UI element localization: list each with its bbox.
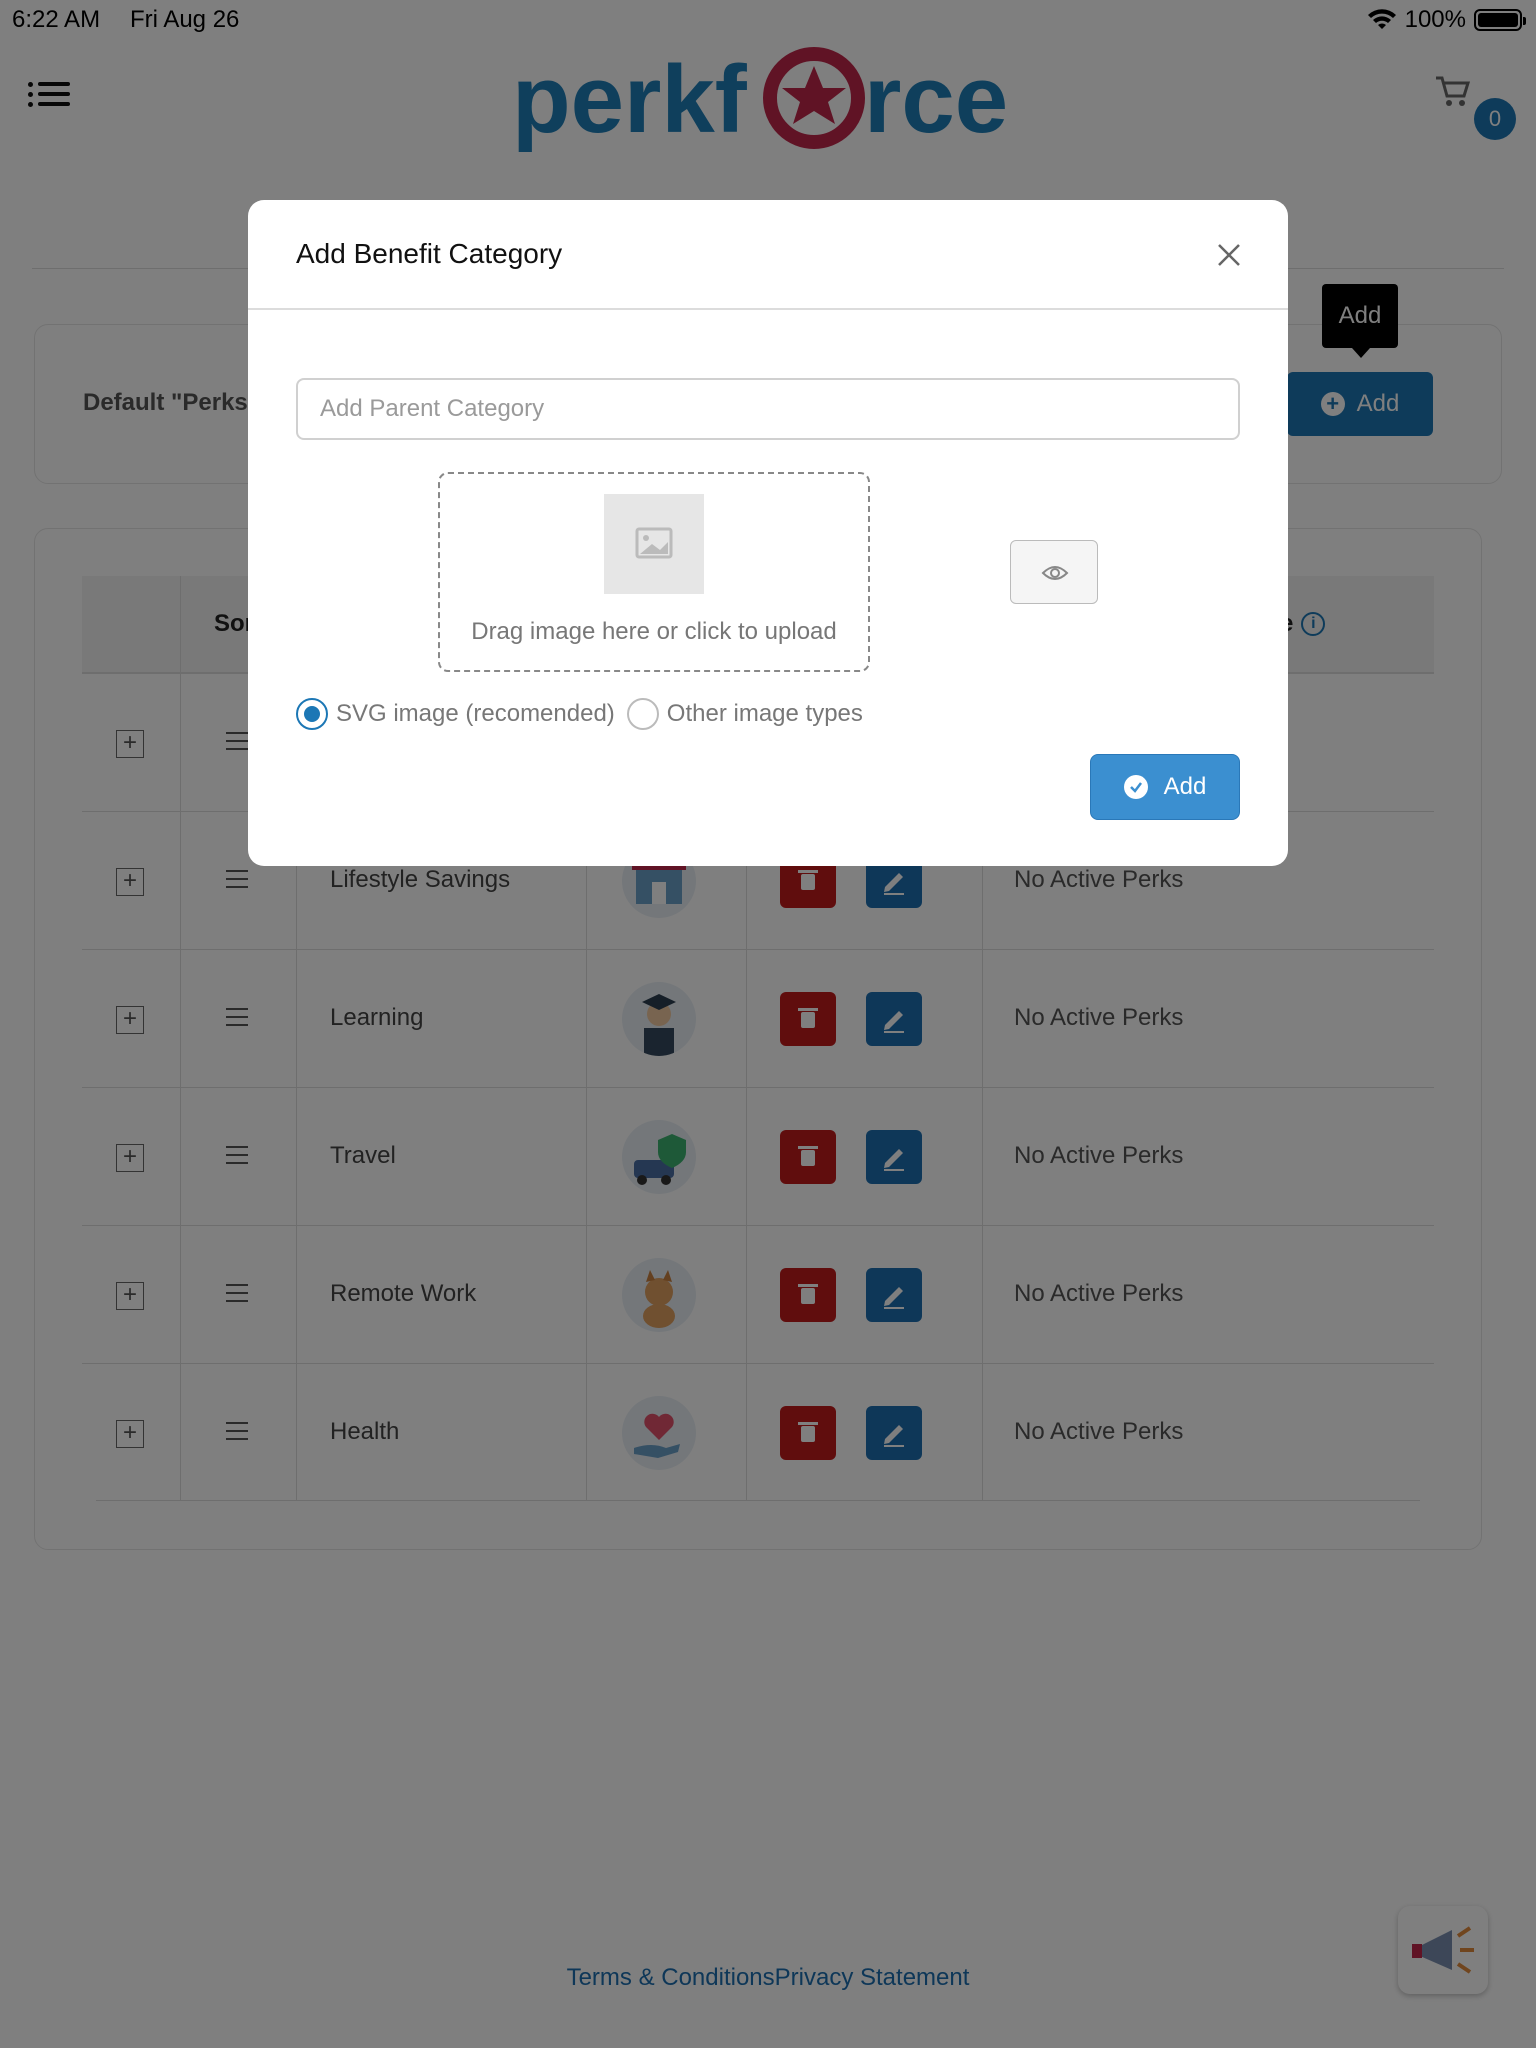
radio-other[interactable] xyxy=(626,698,659,730)
image-dropzone[interactable]: Drag image here or click to upload xyxy=(438,472,870,672)
image-type-options: SVG image (recomended) Other image types xyxy=(296,696,875,732)
eye-icon xyxy=(1041,566,1069,580)
close-icon[interactable] xyxy=(1214,240,1244,270)
parent-category-input[interactable] xyxy=(296,378,1240,440)
image-placeholder-icon xyxy=(604,494,704,594)
radio-svg-label[interactable]: SVG image (recomended) xyxy=(336,700,615,728)
modal-title: Add Benefit Category xyxy=(296,238,563,269)
radio-svg[interactable] xyxy=(296,698,328,730)
check-circle-icon xyxy=(1123,775,1148,799)
preview-button[interactable] xyxy=(1010,540,1098,604)
add-benefit-category-modal: Add Benefit Category Drag image here or … xyxy=(248,200,1288,866)
modal-add-label: Add xyxy=(1163,773,1207,800)
modal-header-divider xyxy=(248,308,1288,310)
dropzone-text: Drag image here or click to upload xyxy=(471,618,837,645)
radio-other-label[interactable]: Other image types xyxy=(667,700,863,728)
modal-add-button[interactable]: Add xyxy=(1090,754,1240,820)
